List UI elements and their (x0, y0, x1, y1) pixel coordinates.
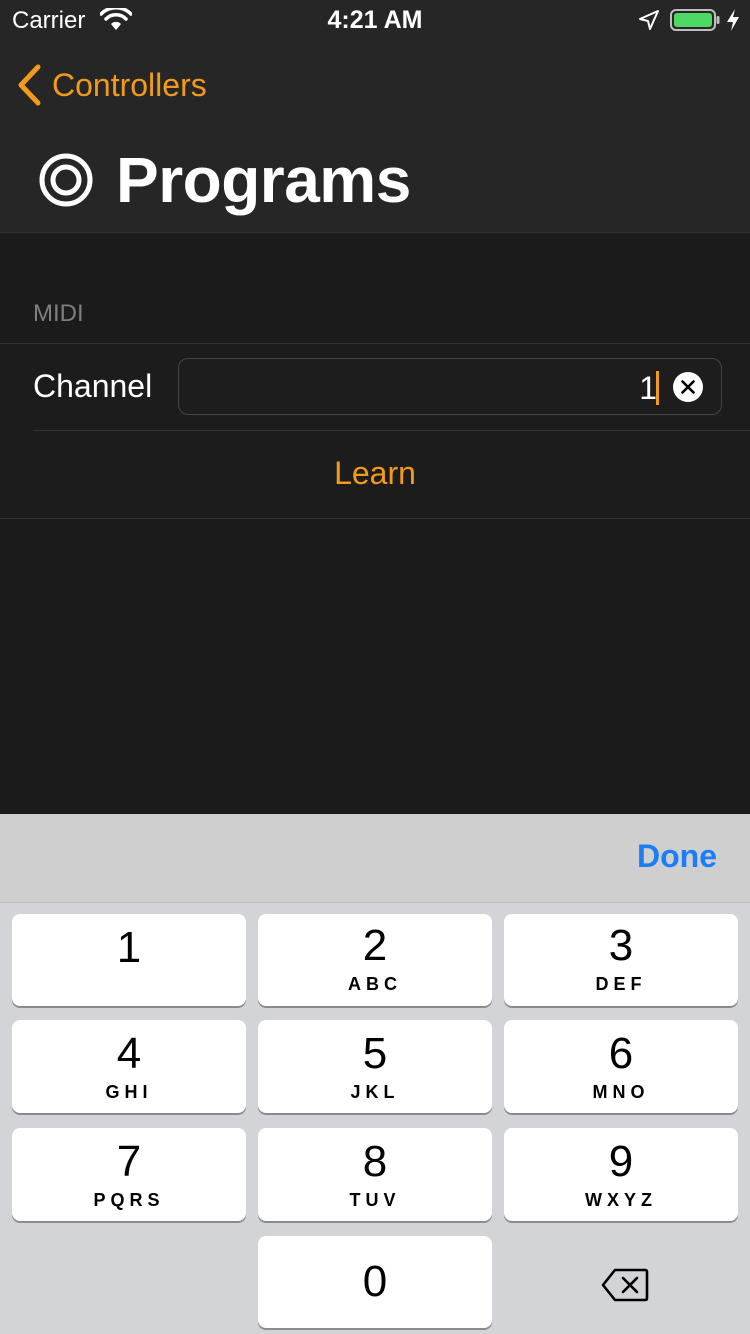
key-letters: MNO (592, 1082, 650, 1102)
numeric-keyboard: Done 1 2 ABC 3 DEF 4 GHI 5 JKL 6 MNO 7 P… (0, 814, 750, 1334)
key-6[interactable]: 6 MNO (504, 1020, 738, 1113)
key-2[interactable]: 2 ABC (258, 914, 492, 1006)
key-digit: 4 (116, 1029, 142, 1078)
battery-icon (670, 9, 720, 31)
key-letters: DEF (595, 974, 647, 994)
key-letters: PQRS (93, 1190, 165, 1210)
key-digit: 7 (116, 1137, 142, 1186)
key-letters: ABC (348, 974, 402, 994)
delete-key[interactable] (504, 1236, 738, 1328)
navigation-bar: Carrier 4:21 AM Controllers Programs (0, 0, 750, 233)
keyboard-toolbar: Done (0, 814, 750, 903)
key-0[interactable]: 0 (258, 1236, 492, 1328)
learn-button[interactable]: Learn (0, 455, 750, 492)
key-8[interactable]: 8 TUV (258, 1128, 492, 1221)
key-digit: 3 (608, 921, 634, 970)
done-button[interactable]: Done (637, 838, 717, 875)
channel-input-value: 1 (639, 370, 657, 406)
back-button[interactable]: Controllers (16, 62, 207, 108)
back-button-label: Controllers (52, 66, 207, 103)
key-letters: GHI (105, 1082, 153, 1102)
key-digit: 5 (362, 1029, 388, 1078)
status-bar: Carrier 4:21 AM (0, 0, 750, 40)
key-5[interactable]: 5 JKL (258, 1020, 492, 1113)
clear-x-icon (681, 380, 695, 394)
key-letters: WXYZ (585, 1190, 657, 1210)
channel-label: Channel (33, 368, 153, 404)
key-digit: 1 (116, 923, 142, 972)
channel-input[interactable]: 1 (178, 358, 722, 415)
chevron-left-icon (18, 64, 41, 106)
key-1[interactable]: 1 (12, 914, 246, 1006)
key-7[interactable]: 7 PQRS (12, 1128, 246, 1221)
page-title-row: Programs (38, 140, 411, 220)
section-header-midi: MIDI (33, 300, 84, 327)
text-caret (656, 371, 659, 405)
key-digit: 8 (362, 1137, 388, 1186)
key-9[interactable]: 9 WXYZ (504, 1128, 738, 1221)
backspace-icon (601, 1268, 649, 1302)
key-3[interactable]: 3 DEF (504, 914, 738, 1006)
programs-icon (39, 153, 93, 207)
key-letters: TUV (349, 1190, 401, 1210)
key-digit: 6 (608, 1029, 634, 1078)
charging-bolt-icon (727, 9, 739, 31)
page-title: Programs (116, 144, 411, 216)
location-arrow-icon (639, 10, 659, 30)
key-digit: 2 (362, 921, 388, 970)
divider (0, 518, 750, 519)
key-letters: JKL (350, 1082, 400, 1102)
clear-text-button[interactable] (673, 372, 703, 402)
key-4[interactable]: 4 GHI (12, 1020, 246, 1113)
key-digit: 9 (608, 1137, 634, 1186)
key-digit: 0 (362, 1257, 388, 1306)
